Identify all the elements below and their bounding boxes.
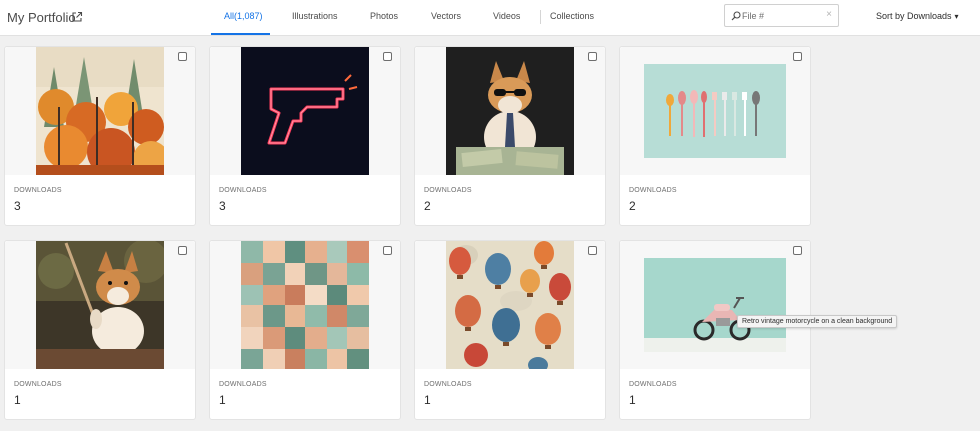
downloads-count: 3 (219, 199, 226, 213)
neon-gun-thumbnail-image (241, 47, 369, 175)
asset-thumbnail[interactable] (210, 47, 400, 175)
downloads-label: DOWNLOADS (424, 381, 472, 388)
page-title: My Portfolio (7, 10, 76, 25)
thumbnail-tooltip: Retro vintage motorcycle on a clean back… (737, 315, 898, 328)
asset-card[interactable]: DOWNLOADS 2 (414, 46, 606, 226)
forest-thumbnail-image (36, 47, 164, 175)
asset-card[interactable]: DOWNLOADS 1 (4, 240, 196, 420)
corgi-stick-thumbnail-image (36, 241, 164, 369)
downloads-count: 1 (629, 393, 636, 407)
hot-air-balloons-thumbnail-image (446, 241, 574, 369)
tab-all[interactable]: All(1,087) (224, 11, 263, 21)
downloads-label: DOWNLOADS (424, 187, 472, 194)
asset-card[interactable]: DOWNLOADS 1 (619, 240, 811, 420)
asset-card[interactable]: DOWNLOADS 1 (414, 240, 606, 420)
asset-thumbnail[interactable] (210, 241, 400, 369)
downloads-label: DOWNLOADS (14, 187, 62, 194)
downloads-label: DOWNLOADS (219, 187, 267, 194)
asset-thumbnail[interactable] (620, 47, 810, 175)
motorcycle-thumbnail-image (644, 258, 786, 352)
sort-label: Sort by Downloads (876, 11, 952, 21)
asset-card[interactable]: DOWNLOADS 3 (209, 46, 401, 226)
cutlery-thumbnail-image (644, 64, 786, 158)
downloads-label: DOWNLOADS (629, 381, 677, 388)
select-checkbox[interactable] (588, 246, 597, 255)
asset-card[interactable]: DOWNLOADS 1 (209, 240, 401, 420)
corgi-money-thumbnail-image (446, 47, 574, 175)
downloads-label: DOWNLOADS (14, 381, 62, 388)
chevron-down-icon: ▾ (954, 12, 959, 21)
downloads-count: 1 (424, 393, 431, 407)
tab-illustrations[interactable]: Illustrations (292, 11, 338, 21)
clear-search-icon[interactable]: × (826, 10, 832, 20)
external-link-icon[interactable] (71, 11, 83, 23)
select-checkbox[interactable] (793, 52, 802, 61)
tab-photos[interactable]: Photos (370, 11, 398, 21)
asset-card[interactable]: DOWNLOADS 3 (4, 46, 196, 226)
downloads-count: 3 (14, 199, 21, 213)
select-checkbox[interactable] (178, 52, 187, 61)
select-checkbox[interactable] (793, 246, 802, 255)
asset-thumbnail[interactable] (620, 241, 810, 369)
downloads-label: DOWNLOADS (629, 187, 677, 194)
select-checkbox[interactable] (178, 246, 187, 255)
active-tab-indicator (211, 33, 270, 35)
top-bar: My Portfolio All(1,087) Illustrations Ph… (0, 0, 980, 36)
downloads-count: 2 (629, 199, 636, 213)
downloads-count: 1 (219, 393, 226, 407)
search-icon (731, 11, 741, 21)
select-checkbox[interactable] (588, 52, 597, 61)
tab-videos[interactable]: Videos (493, 11, 520, 21)
asset-card[interactable]: DOWNLOADS 2 (619, 46, 811, 226)
downloads-count: 2 (424, 199, 431, 213)
asset-thumbnail[interactable] (415, 47, 605, 175)
select-checkbox[interactable] (383, 246, 392, 255)
select-checkbox[interactable] (383, 52, 392, 61)
tab-divider (540, 10, 541, 24)
file-search-box[interactable]: × (724, 4, 839, 27)
asset-thumbnail[interactable] (5, 47, 195, 175)
abstract-collage-thumbnail-image (241, 241, 369, 369)
tab-vectors[interactable]: Vectors (431, 11, 461, 21)
downloads-count: 1 (14, 393, 21, 407)
sort-dropdown[interactable]: Sort by Downloads ▾ (876, 11, 959, 21)
file-search-input[interactable] (742, 8, 820, 23)
downloads-label: DOWNLOADS (219, 381, 267, 388)
asset-thumbnail[interactable] (415, 241, 605, 369)
asset-thumbnail[interactable] (5, 241, 195, 369)
tab-collections[interactable]: Collections (550, 11, 594, 21)
